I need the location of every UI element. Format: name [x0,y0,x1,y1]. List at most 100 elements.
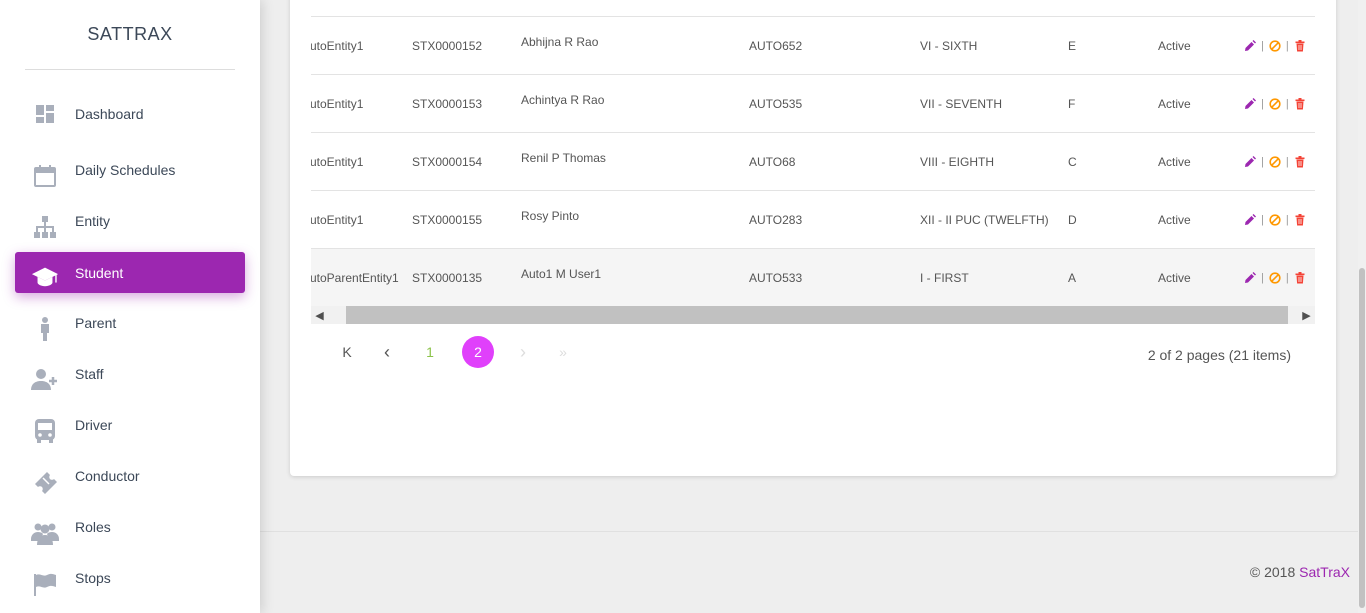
separator: | [1285,97,1289,110]
sidebar-item-label: Roles [75,518,111,535]
delete-icon[interactable] [1294,155,1306,168]
page-2-button[interactable]: 2 [462,336,494,368]
class-cell: VI - SIXTH [920,38,978,53]
student-name-cell: Auto1 M User1 [521,267,602,281]
disable-icon[interactable] [1269,97,1281,110]
students-table: utoEntity1 STX0000152 Abhijna R Rao AUTO… [311,0,1315,324]
sidebar-item-staff[interactable]: Staff [15,353,245,394]
separator: | [1285,271,1289,284]
delete-icon[interactable] [1294,271,1306,284]
hierarchy-icon [31,213,59,241]
entity-cell: utoEntity1 [311,212,364,227]
section-cell: D [1068,212,1077,227]
copyright-text: © 2018 [1249,564,1300,580]
row-actions: | | [1244,155,1306,168]
sidebar-item-label: Student [75,264,124,281]
last-page-button[interactable]: » [547,336,579,368]
prev-page-button[interactable]: ‹ [371,336,403,368]
separator: | [1285,39,1289,52]
separator: | [1285,155,1289,168]
separator: | [1261,271,1264,284]
class-cell: XII - II PUC (TWELFTH) [920,212,1049,227]
sidebar-item-daily-schedules[interactable]: Daily Schedules [15,149,245,190]
student-name-cell: Renil P Thomas [521,151,606,165]
table-row: utoEntity1 STX0000155 Rosy Pinto AUTO283… [311,190,1315,248]
disable-icon[interactable] [1269,155,1281,168]
students-table-card: utoEntity1 STX0000152 Abhijna R Rao AUTO… [290,0,1336,476]
separator: | [1285,213,1289,226]
student-id-cell: STX0000135 [412,270,483,285]
scroll-left-arrow-icon[interactable]: ◀ [311,306,328,324]
auto-id-cell: AUTO652 [749,38,803,53]
student-name-cell: Rosy Pinto [521,209,580,223]
entity-cell: utoParentEntity1 [311,270,399,285]
edit-icon[interactable] [1244,271,1256,284]
flag-icon [31,570,59,598]
section-cell: C [1068,154,1077,169]
delete-icon[interactable] [1294,39,1306,52]
first-page-button[interactable]: K [331,336,363,368]
separator: | [1261,97,1264,110]
edit-icon[interactable] [1244,97,1256,110]
scrollbar-thumb[interactable] [1359,268,1365,608]
copyright: © 2018 SatTraX [1250,564,1350,580]
student-id-cell: STX0000153 [412,96,483,111]
delete-icon[interactable] [1294,213,1306,226]
brand-logo-text[interactable]: SATTRAX [0,24,260,45]
section-cell: A [1068,270,1077,285]
auto-id-cell: AUTO68 [749,154,796,169]
delete-icon[interactable] [1294,97,1306,110]
entity-cell: utoEntity1 [311,154,364,169]
status-cell: Active [1158,212,1191,227]
calendar-icon [31,162,59,190]
graduation-cap-icon [31,262,59,290]
sidebar-item-driver[interactable]: Driver [15,404,245,445]
disable-icon[interactable] [1269,213,1281,226]
sidebar-item-entity[interactable]: Entity [15,200,245,241]
sidebar: SATTRAX Dashboard Daily Schedules Entity… [0,0,260,613]
dashboard-icon [31,100,59,128]
separator: | [1261,39,1264,52]
sidebar-item-label: Staff [75,365,104,382]
sidebar-item-label: Conductor [75,467,140,484]
entity-cell: utoEntity1 [311,38,364,53]
student-name-cell: Achintya R Rao [521,93,605,107]
bus-icon [31,417,59,445]
sidebar-item-roles[interactable]: Roles [15,506,245,547]
student-name-cell: Abhijna R Rao [521,35,599,49]
sidebar-item-label: Stops [75,569,111,586]
table-row: utoParentEntity1 STX0000135 Auto1 M User… [311,248,1315,306]
next-page-button[interactable]: › [507,336,539,368]
student-id-cell: STX0000152 [412,38,483,53]
edit-icon[interactable] [1244,213,1256,226]
scroll-right-arrow-icon[interactable]: ▶ [1298,306,1315,324]
auto-id-cell: AUTO535 [749,96,803,111]
sidebar-item-label: Dashboard [75,105,144,122]
sidebar-item-dashboard[interactable]: Dashboard [15,93,245,134]
status-cell: Active [1158,270,1191,285]
sidebar-item-stops[interactable]: Stops [15,557,245,598]
sidebar-item-label: Parent [75,314,117,331]
auto-id-cell: AUTO533 [749,270,803,285]
edit-icon[interactable] [1244,39,1256,52]
scrollbar-track-end [1288,306,1298,324]
sidebar-item-parent[interactable]: Parent [15,302,245,343]
sidebar-item-label: Daily Schedules [75,161,176,178]
disable-icon[interactable] [1269,39,1281,52]
row-actions: | | [1244,97,1306,110]
section-cell: E [1068,38,1077,53]
status-cell: Active [1158,38,1191,53]
disable-icon[interactable] [1269,271,1281,284]
class-cell: I - FIRST [920,270,969,285]
sattrax-link[interactable]: SatTraX [1299,564,1350,580]
page-vertical-scrollbar[interactable] [1358,0,1366,613]
sidebar-item-student[interactable]: Student [15,252,245,293]
sidebar-item-conductor[interactable]: Conductor [15,455,245,496]
edit-icon[interactable] [1244,155,1256,168]
class-cell: VII - SEVENTH [920,96,1003,111]
page-1-button[interactable]: 1 [414,336,446,368]
group-icon [31,519,59,547]
table-row: utoEntity1 STX0000152 Abhijna R Rao AUTO… [311,16,1315,74]
table-horizontal-scrollbar[interactable]: ◀ ▶ [311,306,1315,324]
sidebar-item-label: Entity [75,212,111,229]
